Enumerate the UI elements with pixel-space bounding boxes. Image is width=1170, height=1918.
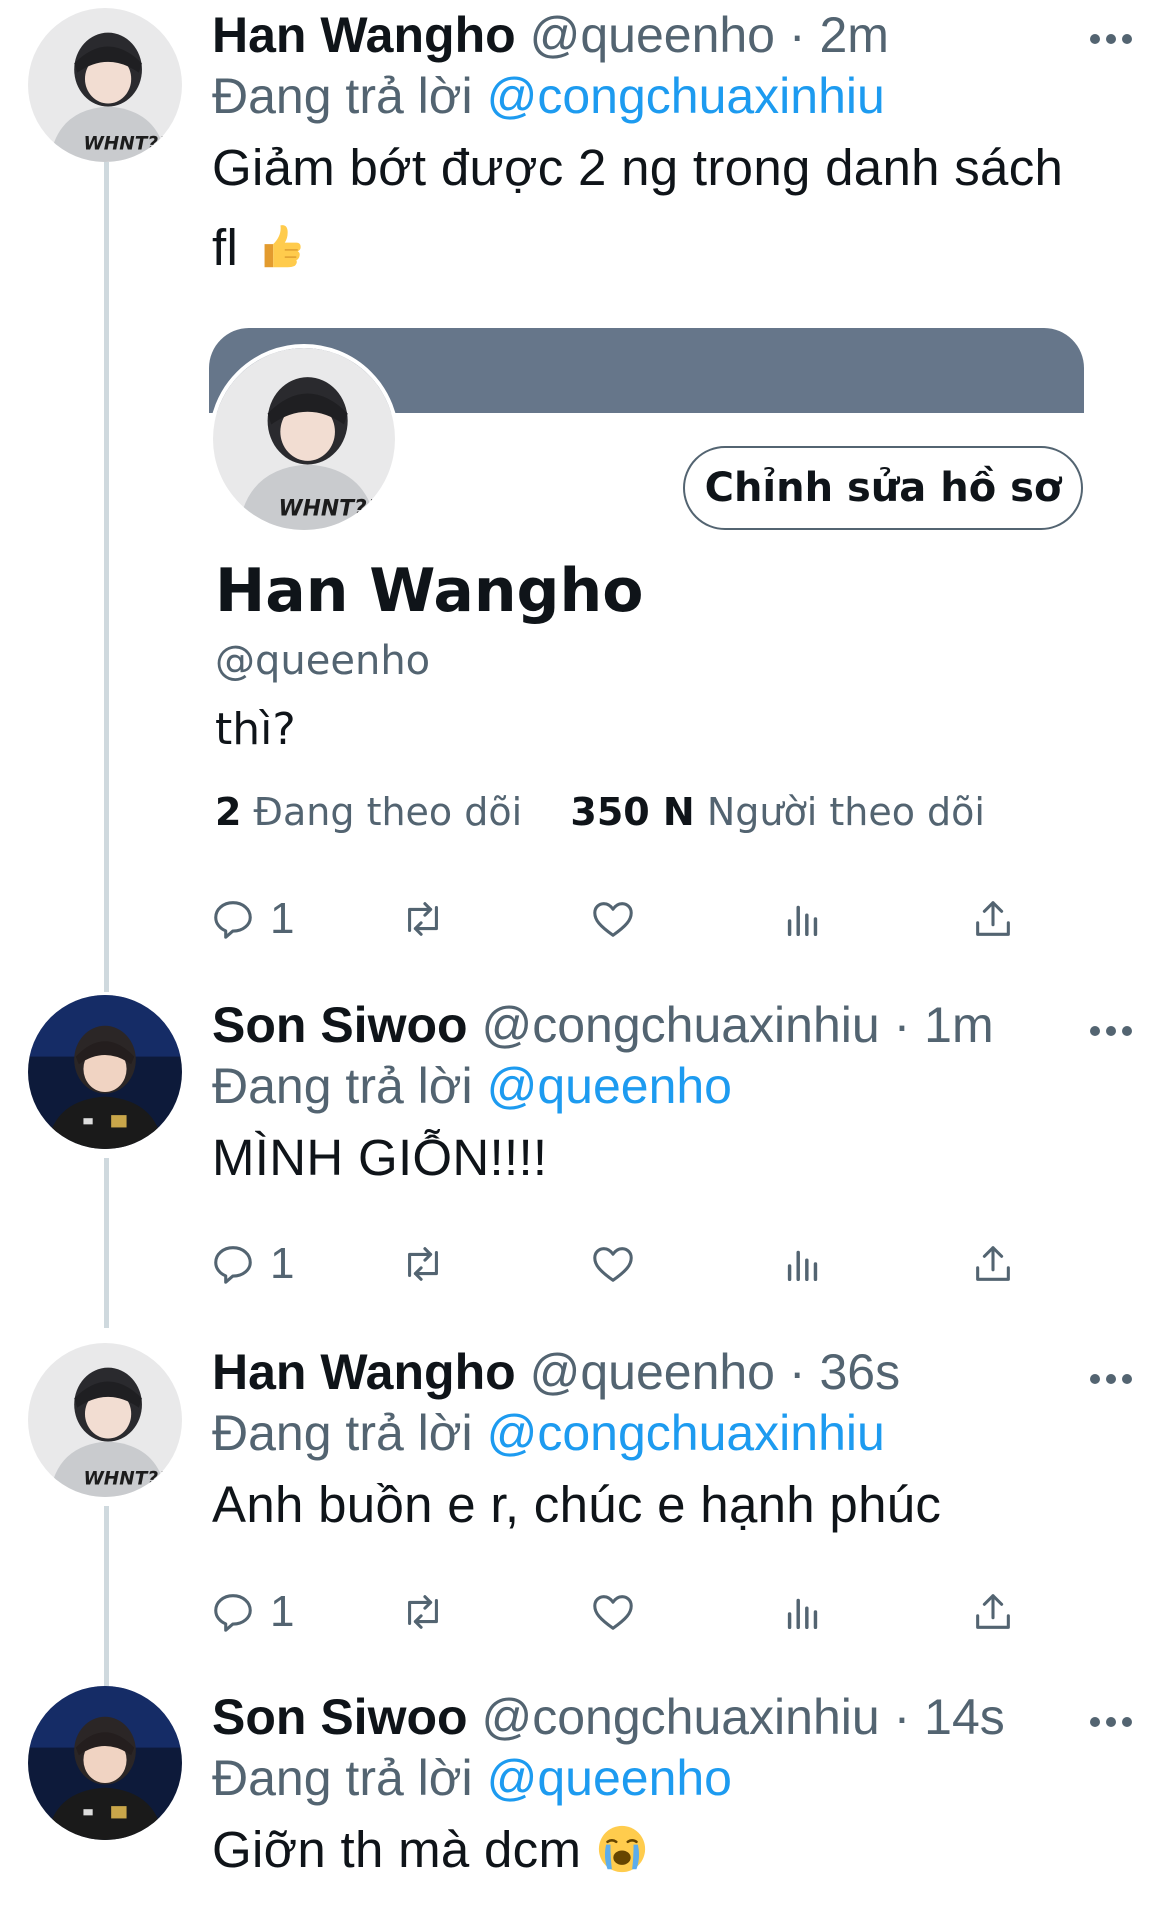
loudly-crying-face-icon: [598, 1825, 645, 1873]
retweet-icon: [408, 1595, 438, 1629]
profile-bio: thì?: [215, 704, 296, 755]
retweet-button[interactable]: [400, 1582, 446, 1642]
reply-prefix: Đang trả lời: [212, 1058, 473, 1114]
reply-icon: [214, 901, 252, 939]
tweet[interactable]: WHNT?! Han Wangho @queenho · 2m Đang trả…: [0, 0, 1170, 990]
avatar[interactable]: [28, 995, 182, 1149]
thumbs-up-icon: [264, 225, 301, 268]
reply-mention[interactable]: @queenho: [487, 1750, 732, 1806]
share-button[interactable]: [970, 889, 1016, 949]
analytics-icon: [787, 1598, 818, 1630]
tweet-text: Giỡn th mà dcm: [212, 1810, 1130, 1890]
timestamp[interactable]: · 1m: [894, 997, 994, 1053]
following-link[interactable]: 2 Đang theo dõi: [215, 790, 534, 834]
reply-button[interactable]: 1: [210, 1582, 294, 1642]
avatar[interactable]: WHNT?!: [28, 1343, 182, 1497]
avatar[interactable]: WHNT?!: [28, 8, 182, 162]
tweet[interactable]: WHNT?! Han Wangho @queenho · 36s Đang tr…: [0, 1335, 1170, 1680]
svg-text:WHNT?!: WHNT?!: [83, 1469, 166, 1490]
display-name[interactable]: Son Siwoo: [212, 1689, 468, 1745]
tweet-text-line: Giỡn th mà dcm: [212, 1821, 582, 1878]
reply-prefix: Đang trả lời: [212, 68, 473, 124]
reply-button[interactable]: 1: [210, 889, 294, 949]
avatar-image: WHNT?!: [28, 1343, 182, 1497]
share-button[interactable]: [970, 1582, 1016, 1642]
analytics-button[interactable]: [780, 889, 826, 949]
reply-prefix: Đang trả lời: [212, 1750, 473, 1806]
profile-stats: 2 Đang theo dõi 350 N Người theo dõi: [215, 790, 985, 834]
tweet[interactable]: Son Siwoo @congchuaxinhiu · 14s Đang trả…: [0, 1680, 1170, 1918]
tweet-text-line: Giảm bớt được 2 ng trong danh sách: [212, 139, 1064, 196]
timestamp[interactable]: · 2m: [789, 7, 889, 63]
display-name[interactable]: Han Wangho: [212, 1344, 516, 1400]
followers-link[interactable]: 350 N Người theo dõi: [570, 790, 985, 834]
tweet-actions: 1: [210, 1234, 1030, 1294]
profile-card[interactable]: WHNT?! Chỉnh sửa hồ sơ Han Wangho @queen…: [209, 328, 1084, 868]
reply-mention[interactable]: @queenho: [487, 1058, 732, 1114]
reply-button[interactable]: 1: [210, 1234, 294, 1294]
like-button[interactable]: [590, 889, 636, 949]
retweet-button[interactable]: [400, 889, 446, 949]
reply-icon: [214, 1246, 252, 1284]
reply-context: Đang trả lời @queenho: [212, 1746, 1130, 1810]
followers-label: Người theo dõi: [706, 790, 985, 834]
handle[interactable]: @congchuaxinhiu: [481, 997, 879, 1053]
retweet-button[interactable]: [400, 1234, 446, 1294]
avatar-image: [28, 995, 182, 1149]
tweet-text: MÌNH GIỖN!!!!: [212, 1129, 548, 1186]
avatar[interactable]: [28, 1686, 182, 1840]
handle[interactable]: @queenho: [530, 1344, 775, 1400]
timestamp[interactable]: · 36s: [789, 1344, 900, 1400]
svg-text:WHNT?!: WHNT?!: [83, 134, 166, 155]
handle[interactable]: @queenho: [530, 7, 775, 63]
like-button[interactable]: [590, 1582, 636, 1642]
profile-avatar-image: WHNT?!: [213, 348, 395, 530]
reply-count: 1: [270, 1239, 295, 1288]
reply-prefix: Đang trả lời: [212, 1405, 473, 1461]
profile-handle: @queenho: [215, 638, 431, 684]
share-icon: [976, 901, 1010, 936]
analytics-button[interactable]: [780, 1582, 826, 1642]
tweet-text: Giảm bớt được 2 ng trong danh sách fl: [212, 128, 1130, 288]
display-name[interactable]: Han Wangho: [212, 7, 516, 63]
reply-mention[interactable]: @congchuaxinhiu: [487, 1405, 885, 1461]
avatar-image: WHNT?!: [28, 8, 182, 162]
like-icon: [593, 1247, 633, 1282]
tweet-actions: 1: [210, 1582, 1030, 1642]
followers-count: 350 N: [570, 790, 695, 834]
analytics-button[interactable]: [780, 1234, 826, 1294]
analytics-icon: [787, 905, 818, 937]
profile-name: Han Wangho: [215, 556, 644, 626]
svg-text:WHNT?!: WHNT?!: [279, 496, 377, 521]
tweet-text: Anh buồn e r, chúc e hạnh phúc: [212, 1476, 942, 1533]
following-count: 2: [215, 790, 242, 834]
handle[interactable]: @congchuaxinhiu: [481, 1689, 879, 1745]
retweet-icon: [408, 1247, 438, 1281]
reply-icon: [214, 1594, 252, 1632]
share-icon: [976, 1594, 1010, 1629]
reply-mention[interactable]: @congchuaxinhiu: [487, 68, 885, 124]
retweet-icon: [408, 902, 438, 936]
like-button[interactable]: [590, 1234, 636, 1294]
profile-avatar[interactable]: WHNT?!: [209, 344, 399, 534]
tweet-text-line: fl: [212, 219, 239, 276]
edit-profile-button[interactable]: Chỉnh sửa hồ sơ: [683, 446, 1083, 530]
reply-context: Đang trả lời @queenho: [212, 1054, 1130, 1118]
share-icon: [976, 1246, 1010, 1281]
like-icon: [593, 902, 633, 937]
share-button[interactable]: [970, 1234, 1016, 1294]
analytics-icon: [787, 1250, 818, 1282]
reply-count: 1: [270, 894, 295, 943]
reply-context: Đang trả lời @congchuaxinhiu: [212, 1401, 1130, 1465]
following-label: Đang theo dõi: [253, 790, 523, 834]
reply-count: 1: [270, 1587, 295, 1636]
avatar-image: [28, 1686, 182, 1840]
timestamp[interactable]: · 14s: [894, 1689, 1005, 1745]
display-name[interactable]: Son Siwoo: [212, 997, 468, 1053]
reply-context: Đang trả lời @congchuaxinhiu: [212, 64, 1130, 128]
tweet[interactable]: Son Siwoo @congchuaxinhiu · 1m Đang trả …: [0, 990, 1170, 1335]
like-icon: [593, 1595, 633, 1630]
tweet-actions: 1: [210, 889, 1030, 949]
